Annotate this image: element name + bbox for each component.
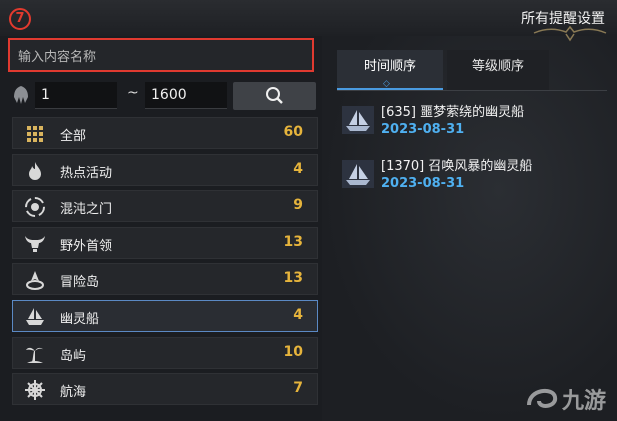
ghost-ship-icon <box>26 307 44 325</box>
category-label: 混沌之门 <box>60 202 113 218</box>
category-label: 岛屿 <box>60 348 87 364</box>
category-count: 4 <box>293 160 303 177</box>
palm-island-icon <box>26 347 44 363</box>
category-count: 4 <box>293 306 303 323</box>
category-label: 航海 <box>60 385 87 401</box>
category-label: 野外首领 <box>60 238 113 254</box>
category-item-sailing[interactable]: 航海 7 <box>12 373 318 406</box>
category-count: 13 <box>283 270 303 287</box>
category-label: 热点活动 <box>60 165 113 181</box>
category-item-field-boss[interactable]: 野外首领 13 <box>12 226 318 259</box>
category-count: 10 <box>283 343 303 360</box>
level-min-field[interactable]: 1 <box>35 82 117 109</box>
category-count: 13 <box>283 233 303 250</box>
tab-time-order[interactable]: 时间顺序 ◇ <box>337 50 443 90</box>
category-item-islands[interactable]: 岛屿 10 <box>12 336 318 369</box>
content-search-input[interactable] <box>16 47 310 67</box>
title-ornament-icon <box>533 25 607 42</box>
level-max-field[interactable]: 1600 <box>145 82 227 109</box>
category-label: 幽灵船 <box>60 311 100 327</box>
horned-skull-icon <box>25 235 45 252</box>
category-count: 9 <box>293 197 303 214</box>
magnifier-icon <box>266 87 283 104</box>
level-range-separator: ~ <box>127 85 139 101</box>
watermark-text: 九游 <box>562 389 607 414</box>
category-list: 全部 60 热点活动 4 混沌之门 9 野外首领 13 冒险岛 13 幽灵船 4… <box>12 117 318 410</box>
grid-icon <box>27 126 43 142</box>
category-label: 冒险岛 <box>60 275 100 291</box>
tab-label: 时间顺序 <box>363 59 416 74</box>
tab-level-order[interactable]: 等级顺序 <box>447 50 549 90</box>
notice-date: 2023-08-31 <box>381 176 465 191</box>
category-count: 60 <box>283 124 303 140</box>
ghost-ship-thumbnail-icon <box>342 106 374 134</box>
category-label: 全部 <box>60 129 87 144</box>
island-compass-icon <box>26 271 44 291</box>
category-item-adventure-island[interactable]: 冒险岛 13 <box>12 263 318 296</box>
search-button[interactable] <box>233 82 316 110</box>
notice-date: 2023-08-31 <box>381 122 465 137</box>
content-search-box[interactable] <box>8 38 314 72</box>
notice-item[interactable]: [635] 噩梦萦绕的幽灵船 2023-08-31 <box>340 101 610 141</box>
notice-item[interactable]: [1370] 召唤风暴的幽灵船 2023-08-31 <box>340 155 610 195</box>
category-count: 7 <box>293 380 303 397</box>
tab-label: 等级顺序 <box>471 59 524 74</box>
active-tab-marker-icon: ◇ <box>383 79 390 89</box>
ship-wheel-icon <box>25 380 45 401</box>
notice-title: [1370] 召唤风暴的幽灵船 <box>381 159 533 174</box>
tab-divider <box>337 90 607 91</box>
category-item-ghost-ship[interactable]: 幽灵船 4 <box>12 299 318 332</box>
flame-icon <box>29 161 41 180</box>
notice-panel-background <box>322 36 617 421</box>
step-badge: 7 <box>9 8 31 30</box>
category-item-all[interactable]: 全部 60 <box>12 117 318 149</box>
vortex-icon <box>25 197 45 218</box>
level-helmet-icon <box>14 86 28 104</box>
category-item-hot-events[interactable]: 热点活动 4 <box>12 153 318 186</box>
category-item-chaos-gate[interactable]: 混沌之门 9 <box>12 190 318 223</box>
ghost-ship-thumbnail-icon <box>342 160 374 188</box>
notice-title: [635] 噩梦萦绕的幽灵船 <box>381 105 525 120</box>
